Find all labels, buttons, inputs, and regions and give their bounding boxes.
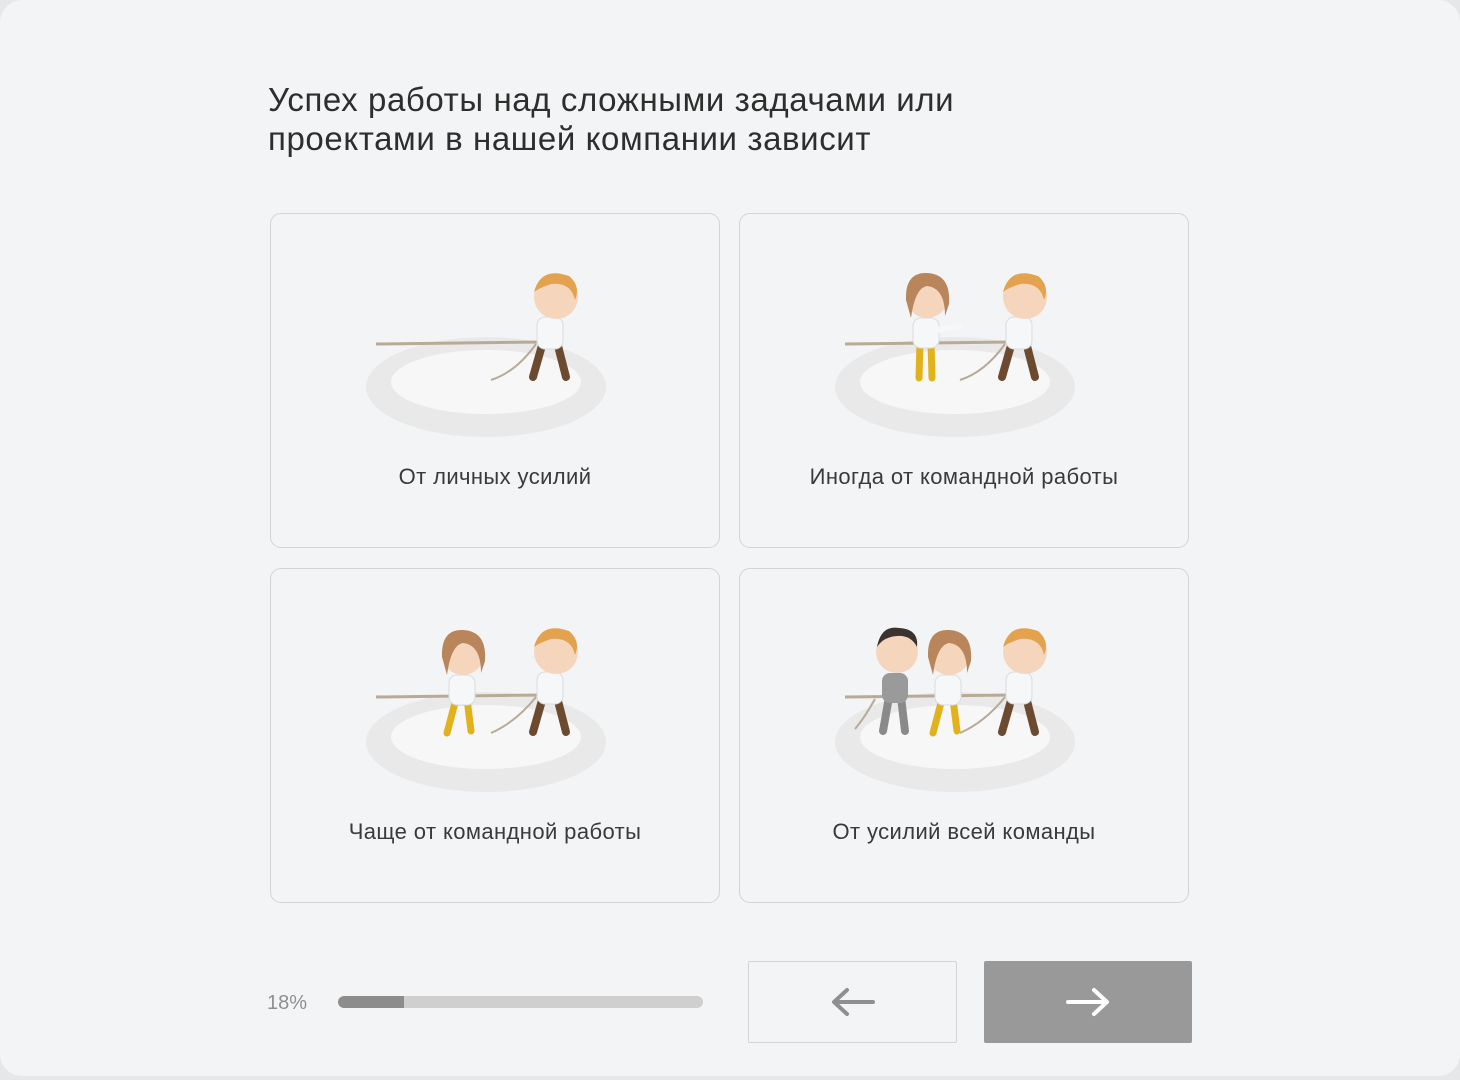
option-card-often-teamwork[interactable]: Чаще от командной работы [270,568,720,903]
option-label: От личных усилий [398,464,592,489]
arrow-right-icon [1066,988,1109,1016]
progress-bar-fill [338,996,404,1008]
question-line-1: Успех работы над сложными задачами или [268,81,955,118]
option-card-sometimes-teamwork[interactable]: Иногда от командной работы [739,213,1189,548]
progress-percent: 18% [267,992,308,1014]
back-button[interactable] [748,961,957,1043]
option-label: Иногда от командной работы [809,464,1119,489]
option-label: От усилий всей команды [832,819,1096,844]
tug-of-war-illustration-3 [366,628,606,792]
tug-of-war-illustration-2 [835,272,1075,437]
question-line-2: проектами в нашей компании зависит [268,120,872,157]
progress-bar [338,996,703,1008]
arrow-left-icon [831,988,875,1016]
tug-of-war-illustration-1 [366,273,606,437]
option-card-whole-team[interactable]: От усилий всей команды [739,568,1189,903]
survey-panel: Успех работы над сложными задачами или п… [0,0,1460,1076]
option-label: Чаще от командной работы [348,819,642,844]
option-card-personal-effort[interactable]: От личных усилий [270,213,720,548]
tug-of-war-illustration-4 [835,627,1075,792]
next-button[interactable] [984,961,1192,1043]
question-title: Успех работы над сложными задачами или п… [268,80,1128,158]
